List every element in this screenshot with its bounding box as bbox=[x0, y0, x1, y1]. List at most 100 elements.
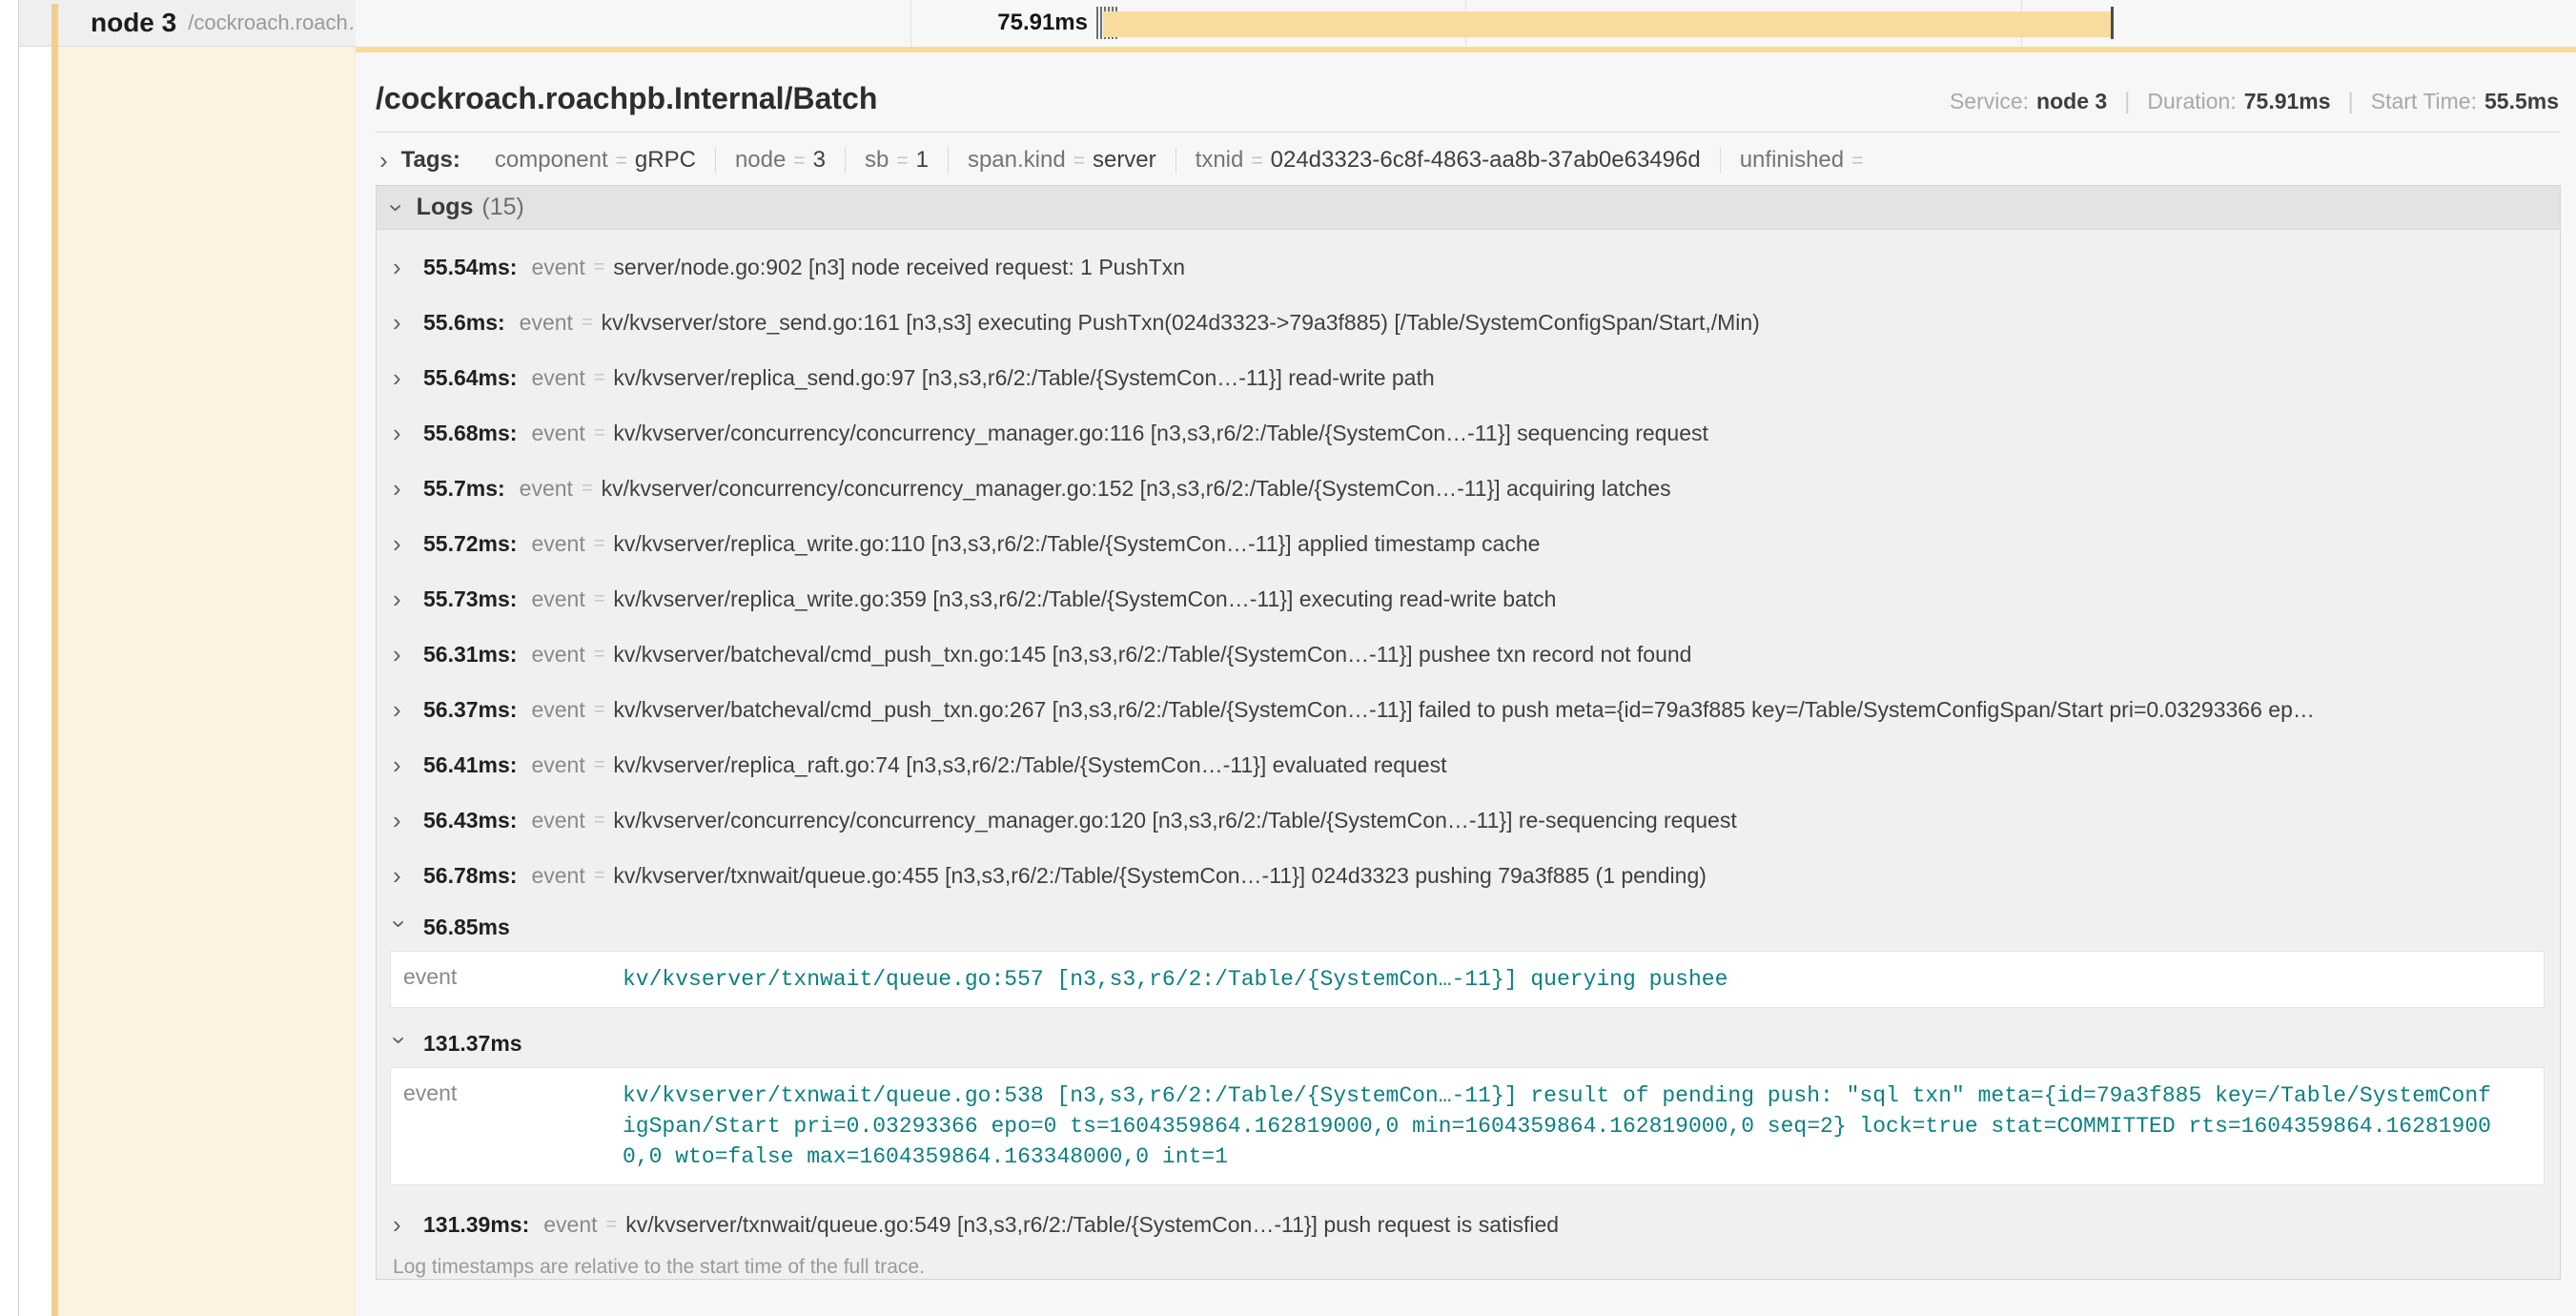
span-row-highlight-column bbox=[58, 47, 356, 1316]
logs-accordion-header[interactable]: › Logs (15) bbox=[377, 186, 2560, 230]
log-field-key: event bbox=[531, 255, 584, 280]
log-row[interactable]: › 56.41ms: event = kv/kvserver/replica_raft.… bbox=[377, 737, 2560, 792]
chevron-right-icon: › bbox=[393, 532, 407, 555]
log-timestamp: 55.73ms: bbox=[423, 586, 517, 612]
service-value: node 3 bbox=[2036, 89, 2107, 114]
log-field-key: event bbox=[531, 531, 584, 557]
log-field-key: event bbox=[520, 476, 573, 502]
log-field-key: event bbox=[531, 808, 584, 833]
log-field-value: kv/kvserver/txnwait/queue.go:557 [n3,s3,… bbox=[623, 964, 1771, 995]
gutter-divider bbox=[18, 0, 19, 1316]
log-marker-tick-end bbox=[2111, 7, 2114, 39]
equals-sign: = bbox=[1073, 150, 1085, 173]
log-timestamp: 56.78ms: bbox=[423, 863, 517, 889]
log-field-key: event bbox=[391, 1080, 623, 1172]
log-field-key: event bbox=[531, 586, 584, 612]
equals-sign: = bbox=[793, 150, 805, 173]
equals-sign: = bbox=[594, 588, 605, 610]
log-field-key: event bbox=[531, 365, 584, 391]
chevron-right-icon: › bbox=[393, 311, 407, 334]
span-duration-label: 75.91ms bbox=[897, 10, 1088, 36]
log-field-value: kv/kvserver/replica_send.go:97 [n3,s3,r6… bbox=[613, 365, 1434, 391]
span-detail-panel: /cockroach.roachpb.Internal/Batch Servic… bbox=[356, 52, 2576, 1316]
log-row[interactable]: ›56.43ms:event=kv/kvserver/concurrency/c… bbox=[377, 792, 2560, 848]
log-field-value: kv/kvserver/txnwait/queue.go:538 [n3,s3,… bbox=[623, 1080, 2544, 1172]
tag-key: sb bbox=[865, 147, 889, 174]
log-field-key: event bbox=[531, 752, 584, 778]
tag-item: node = 3 bbox=[716, 147, 845, 174]
log-row-expanded-header[interactable]: ›131.37ms bbox=[377, 1021, 2560, 1065]
meta-separator: | bbox=[2124, 89, 2130, 115]
log-timestamp: 56.41ms: bbox=[423, 752, 517, 778]
log-timestamp: 55.68ms: bbox=[423, 421, 517, 446]
chevron-right-icon: › bbox=[393, 643, 407, 666]
log-row[interactable]: ›56.37ms:event=kv/kvserver/batcheval/cmd… bbox=[377, 682, 2560, 737]
tags-list: component=gRPCnode=3sb=1span.kind=server… bbox=[476, 147, 1890, 174]
log-row[interactable]: ›131.39ms:event=kv/kvserver/txnwait/queu… bbox=[377, 1197, 2560, 1252]
tag-key: component bbox=[495, 147, 608, 174]
chevron-right-icon: › bbox=[393, 753, 407, 776]
log-row[interactable]: ›55.72ms:event=kv/kvserver/replica_write… bbox=[377, 516, 2560, 571]
span-duration-bar[interactable] bbox=[1103, 11, 2113, 37]
log-field-value: kv/kvserver/txnwait/queue.go:455 [n3,s3,… bbox=[613, 863, 1707, 889]
chevron-right-icon: › bbox=[393, 864, 407, 887]
equals-sign: = bbox=[594, 257, 605, 278]
span-meta: Service:node 3 | Duration:75.91ms | Star… bbox=[1950, 89, 2559, 115]
tag-key: span.kind bbox=[968, 147, 1066, 174]
duration-label: Duration: bbox=[2147, 89, 2236, 114]
log-field-key: event bbox=[531, 863, 584, 889]
log-field-value: kv/kvserver/concurrency/concurrency_mana… bbox=[602, 476, 1671, 502]
equals-sign: = bbox=[594, 754, 605, 776]
chevron-right-icon: › bbox=[393, 698, 407, 721]
service-label: Service: bbox=[1950, 89, 2029, 114]
start-time-label: Start Time: bbox=[2371, 89, 2477, 114]
log-field-key: event bbox=[531, 421, 584, 446]
span-name-row[interactable]: node 3 /cockroach.roach… bbox=[19, 0, 356, 47]
equals-sign: = bbox=[1851, 150, 1863, 173]
equals-sign: = bbox=[594, 810, 605, 832]
span-service-name: node 3 bbox=[91, 8, 176, 38]
tags-label: Tags: bbox=[401, 147, 460, 174]
log-field-value: kv/kvserver/batcheval/cmd_push_txn.go:26… bbox=[613, 697, 2314, 723]
start-time-value: 55.5ms bbox=[2484, 89, 2559, 114]
tag-key: txnid bbox=[1196, 147, 1244, 174]
log-field-key: event bbox=[391, 964, 623, 995]
span-title: /cockroach.roachpb.Internal/Batch bbox=[376, 81, 877, 116]
log-row[interactable]: ›55.73ms:event=kv/kvserver/replica_write… bbox=[377, 571, 2560, 627]
log-row[interactable]: ›55.6ms:event=kv/kvserver/store_send.go:… bbox=[377, 295, 2560, 350]
chevron-right-icon: › bbox=[393, 256, 407, 278]
log-row[interactable]: ›55.7ms:event=kv/kvserver/concurrency/co… bbox=[377, 461, 2560, 516]
tag-value: 3 bbox=[813, 147, 826, 174]
chevron-right-icon: › bbox=[393, 1213, 407, 1236]
log-row[interactable]: ›55.54ms:event=server/node.go:902 [n3] n… bbox=[377, 239, 2560, 295]
tag-item: txnid=024d3323-6c8f-4863-aa8b-37ab0e6349… bbox=[1176, 147, 1720, 174]
logs-accordion: › Logs (15) ›55.54ms:event=server/node.g… bbox=[376, 185, 2561, 1280]
log-timestamp: 131.39ms: bbox=[423, 1212, 529, 1238]
tag-value: 024d3323-6c8f-4863-aa8b-37ab0e63496d bbox=[1271, 147, 1701, 174]
equals-sign: = bbox=[594, 865, 605, 887]
equals-sign: = bbox=[896, 150, 908, 173]
log-timestamp: 56.37ms: bbox=[423, 697, 517, 723]
tag-item: component = gRPC bbox=[476, 147, 715, 174]
tags-accordion-header[interactable]: › Tags: component=gRPCnode=3sb=1span.kin… bbox=[376, 133, 2561, 185]
log-row[interactable]: › 56.78ms: event = kv/kvserver/txnwait/queue… bbox=[377, 848, 2560, 903]
equals-sign: = bbox=[582, 312, 593, 334]
tag-key: node bbox=[735, 147, 786, 174]
tag-item: span.kind=server bbox=[949, 147, 1176, 174]
chevron-right-icon: › bbox=[393, 477, 407, 500]
chevron-right-icon: › bbox=[393, 422, 407, 444]
log-row[interactable]: ›55.64ms:event=kv/kvserver/replica_send.… bbox=[377, 350, 2560, 405]
log-field-value: kv/kvserver/replica_raft.go:74 [n3,s3,r6… bbox=[613, 752, 1446, 778]
span-accent-rail bbox=[51, 4, 58, 1316]
log-row-expanded-header[interactable]: ›56.85ms bbox=[377, 905, 2560, 949]
tag-value: gRPC bbox=[635, 147, 696, 174]
log-field-value: kv/kvserver/batcheval/cmd_push_txn.go:14… bbox=[613, 642, 1691, 668]
equals-sign: = bbox=[594, 367, 605, 389]
tag-value: 1 bbox=[916, 147, 929, 174]
log-row[interactable]: ›55.68ms:event=kv/kvserver/concurrency/c… bbox=[377, 405, 2560, 461]
log-field-value: server/node.go:902 [n3] node received re… bbox=[613, 255, 1185, 280]
equals-sign: = bbox=[616, 150, 627, 173]
log-row[interactable]: ›56.31ms:event=kv/kvserver/batcheval/cmd… bbox=[377, 627, 2560, 682]
equals-sign: = bbox=[594, 644, 605, 666]
log-field-value: kv/kvserver/store_send.go:161 [n3,s3] ex… bbox=[602, 310, 1760, 336]
